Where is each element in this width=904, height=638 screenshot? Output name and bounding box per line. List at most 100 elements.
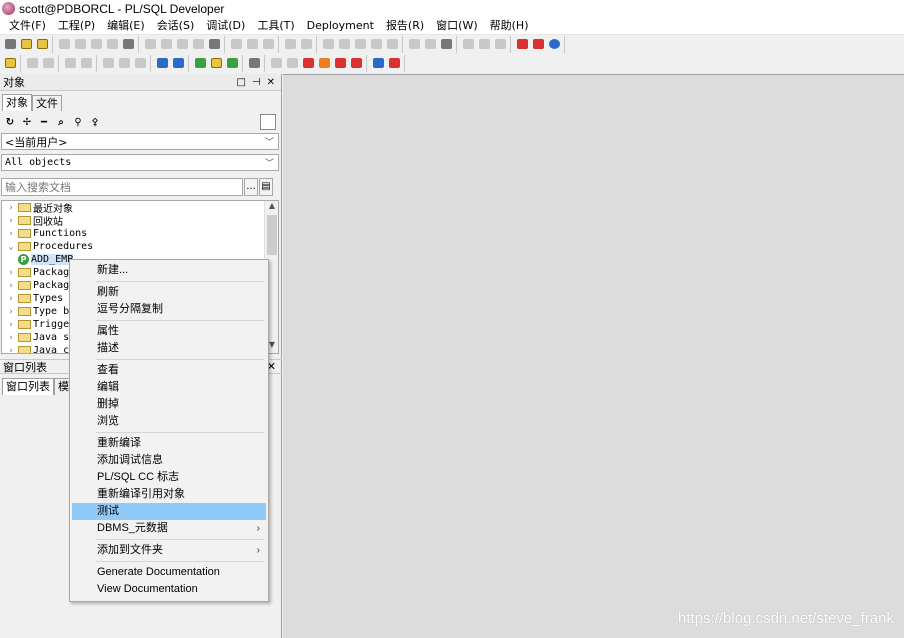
oracle-icon[interactable]	[514, 37, 530, 52]
tree-node[interactable]: › 回收站	[2, 214, 278, 229]
tools-2-icon[interactable]	[208, 56, 224, 71]
break-icon[interactable]	[40, 56, 56, 71]
chevron-right-icon[interactable]: ›	[6, 203, 16, 213]
chevron-down-icon[interactable]: ⌄	[6, 242, 16, 252]
context-menu-item[interactable]: Generate Documentation	[72, 564, 266, 581]
uppercase-icon[interactable]	[352, 37, 368, 52]
db-2-icon[interactable]	[116, 56, 132, 71]
compile-icon[interactable]	[268, 56, 284, 71]
arrow-right-red-icon[interactable]	[386, 56, 402, 71]
context-menu-item[interactable]: 描述	[72, 340, 266, 357]
pin-icon[interactable]: ⊣	[252, 77, 261, 88]
save-icon[interactable]	[56, 37, 72, 52]
red-1-icon[interactable]	[300, 56, 316, 71]
menu-item[interactable]: 工程(P)	[52, 17, 101, 35]
context-menu-item[interactable]: 属性	[72, 323, 266, 340]
context-menu-item[interactable]: 逗号分隔复制	[72, 301, 266, 318]
help-book-icon[interactable]	[530, 37, 546, 52]
menu-item[interactable]: 报告(R)	[380, 17, 430, 35]
scroll-up-icon[interactable]: ▲	[265, 201, 278, 214]
menu-item[interactable]: 窗口(W)	[430, 17, 483, 35]
key-icon[interactable]	[2, 56, 18, 71]
replace-icon[interactable]	[244, 37, 260, 52]
find-next-icon[interactable]	[260, 37, 276, 52]
menu-item[interactable]: 编辑(E)	[101, 17, 151, 35]
menu-item[interactable]: 帮助(H)	[484, 17, 535, 35]
menu-item[interactable]: 文件(F)	[0, 17, 52, 35]
filter-icon[interactable]: ⚲	[72, 117, 84, 128]
layout-2-icon[interactable]	[422, 37, 438, 52]
context-menu-item[interactable]: View Documentation	[72, 581, 266, 598]
arrow-right-icon[interactable]	[370, 56, 386, 71]
connect-icon[interactable]	[154, 56, 170, 71]
print-icon[interactable]	[104, 37, 120, 52]
cascade-icon[interactable]	[460, 37, 476, 52]
paste-icon[interactable]	[206, 37, 222, 52]
tile-horizontal-icon[interactable]	[476, 37, 492, 52]
unindent-icon[interactable]	[336, 37, 352, 52]
open-dropdown-icon[interactable]	[34, 37, 50, 52]
chevron-right-icon[interactable]: ›	[6, 307, 16, 317]
info-icon[interactable]	[546, 37, 562, 52]
context-menu-item[interactable]: 浏览	[72, 413, 266, 430]
context-menu-item[interactable]: 重新编译引用对象	[72, 486, 266, 503]
find-icon[interactable]: ⌕	[55, 117, 67, 128]
menu-item[interactable]: 调试(D)	[200, 17, 251, 35]
chevron-right-icon[interactable]: ›	[6, 216, 16, 226]
run-icon[interactable]	[316, 56, 332, 71]
layout-3-icon[interactable]	[438, 37, 454, 52]
indent-icon[interactable]	[320, 37, 336, 52]
context-menu-item[interactable]: DBMS_元数据 ›	[72, 520, 266, 537]
tab-objects[interactable]: 对象	[2, 94, 32, 111]
chevron-right-icon[interactable]: ›	[6, 333, 16, 343]
add-icon[interactable]: ✢	[21, 117, 33, 128]
chevron-right-icon[interactable]: ›	[6, 268, 16, 278]
new-icon[interactable]	[2, 37, 18, 52]
layout-1-icon[interactable]	[406, 37, 422, 52]
comment-icon[interactable]	[384, 37, 400, 52]
chevron-right-icon[interactable]: ›	[6, 281, 16, 291]
options-box[interactable]	[260, 114, 276, 130]
tab-files[interactable]: 文件	[32, 95, 62, 111]
context-menu-item[interactable]: 刷新	[72, 284, 266, 301]
context-menu-item[interactable]: 测试	[72, 503, 266, 520]
tile-vertical-icon[interactable]	[492, 37, 508, 52]
context-menu-item[interactable]: 编辑	[72, 379, 266, 396]
tools-1-icon[interactable]	[192, 56, 208, 71]
chevron-right-icon[interactable]: ›	[6, 294, 16, 304]
context-menu-item[interactable]: 添加到文件夹 ›	[72, 542, 266, 559]
context-menu-item[interactable]: 删掉	[72, 396, 266, 413]
context-menu-item[interactable]: 新建...	[72, 262, 266, 279]
bookmark-icon[interactable]	[282, 37, 298, 52]
save-as-icon[interactable]	[72, 37, 88, 52]
context-menu-item[interactable]: 重新编译	[72, 435, 266, 452]
erase-icon[interactable]	[284, 56, 300, 71]
filter-edit-icon[interactable]: ⚴	[89, 117, 101, 128]
context-menu-item[interactable]: 查看	[72, 362, 266, 379]
commit-icon[interactable]	[62, 56, 78, 71]
find-icon[interactable]	[228, 37, 244, 52]
search-options-button[interactable]: ...	[244, 178, 258, 196]
search-input[interactable]	[1, 178, 243, 196]
red-2-icon[interactable]	[332, 56, 348, 71]
document-icon[interactable]: ▤	[259, 178, 273, 196]
session-icon[interactable]	[170, 56, 186, 71]
tools-3-icon[interactable]	[224, 56, 240, 71]
restore-icon[interactable]: □	[236, 77, 245, 88]
close-icon[interactable]: ✕	[267, 77, 275, 88]
chevron-right-icon[interactable]: ›	[6, 229, 16, 239]
copy-icon[interactable]	[190, 37, 206, 52]
menu-item[interactable]: Deployment	[301, 17, 380, 35]
redo-icon[interactable]	[158, 37, 174, 52]
scroll-thumb[interactable]	[267, 215, 277, 255]
cut-icon[interactable]	[174, 37, 190, 52]
tree-node[interactable]: › Functions	[2, 227, 278, 240]
open-icon[interactable]	[18, 37, 34, 52]
menu-item[interactable]: 工具(T)	[251, 17, 300, 35]
user-select[interactable]: <当前用户> ﹀	[1, 133, 279, 150]
tab-window-list[interactable]: 窗口列表	[2, 378, 54, 395]
db-1-icon[interactable]	[100, 56, 116, 71]
undo-icon[interactable]	[142, 37, 158, 52]
context-menu-item[interactable]: PL/SQL CC 标志	[72, 469, 266, 486]
db-3-icon[interactable]	[132, 56, 148, 71]
